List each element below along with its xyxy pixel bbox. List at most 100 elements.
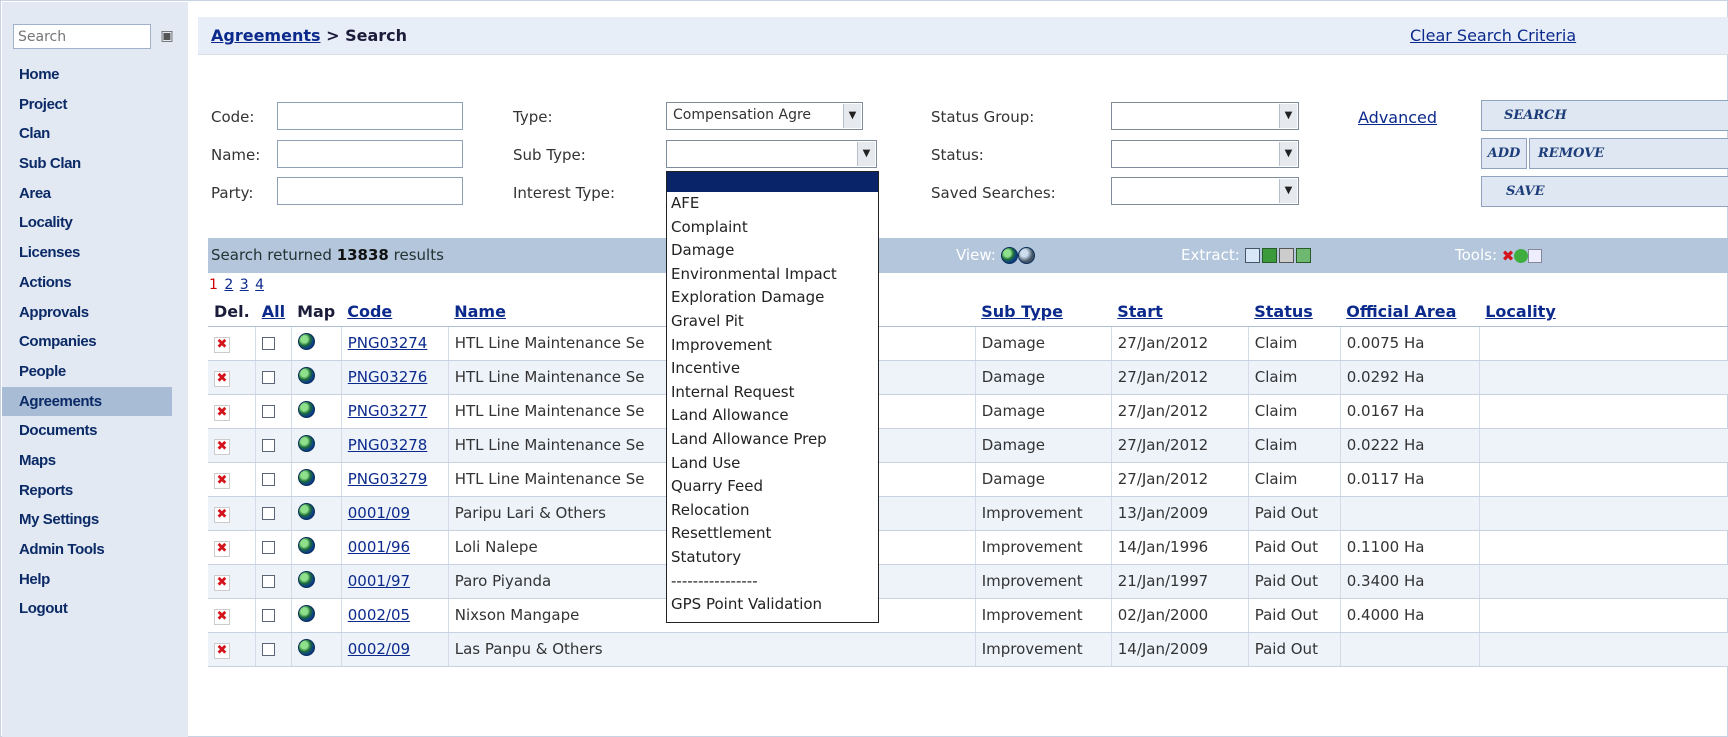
page-2-link[interactable]: 2 (224, 277, 233, 293)
code-link[interactable]: PNG03276 (348, 368, 428, 386)
sidebar-item-people[interactable]: People (2, 357, 188, 387)
sidebar-item-companies[interactable]: Companies (2, 327, 188, 357)
sidebar-item-licenses[interactable]: Licenses (2, 238, 188, 268)
row-checkbox[interactable] (262, 643, 276, 656)
code-link[interactable]: 0001/09 (348, 504, 410, 522)
add-icon[interactable] (1514, 248, 1529, 263)
saved-searches-select[interactable]: ▼ (1111, 177, 1299, 205)
sidebar-item-area[interactable]: Area (2, 179, 188, 209)
sort-area-link[interactable]: Official Area (1346, 302, 1456, 321)
binoculars-icon[interactable]: ▣ (159, 28, 175, 44)
excel-export-icon[interactable] (1261, 248, 1277, 263)
delete-row-icon[interactable]: ✖ (214, 540, 230, 557)
dropdown-option[interactable]: Gravel Pit (667, 310, 878, 334)
map-globe-icon[interactable] (297, 366, 315, 384)
map-globe-icon[interactable] (297, 570, 315, 588)
dropdown-option[interactable]: Land Allowance Prep (667, 428, 878, 452)
dropdown-option[interactable]: Statutory (667, 546, 878, 570)
row-checkbox[interactable] (262, 575, 276, 588)
row-checkbox[interactable] (262, 405, 276, 418)
sidebar-item-documents[interactable]: Documents (2, 416, 188, 446)
dropdown-option[interactable]: Exploration Damage (667, 286, 878, 310)
delete-row-icon[interactable]: ✖ (214, 608, 230, 625)
sort-locality-link[interactable]: Locality (1485, 302, 1556, 321)
dropdown-option[interactable]: ---------------- (667, 570, 878, 594)
advanced-search-link[interactable]: Advanced (1358, 108, 1437, 127)
dropdown-option[interactable]: Incentive (667, 357, 878, 381)
code-link[interactable]: 0002/09 (348, 640, 410, 658)
select-all-link[interactable]: All (262, 302, 285, 321)
sidebar-item-project[interactable]: Project (2, 90, 188, 120)
dropdown-option[interactable]: GPS Point Validation (667, 593, 878, 617)
sidebar-item-admin-tools[interactable]: Admin Tools (2, 535, 188, 565)
page-3-link[interactable]: 3 (240, 277, 249, 293)
map-globe-icon[interactable] (297, 638, 315, 656)
row-checkbox[interactable] (262, 337, 276, 350)
code-link[interactable]: 0002/05 (348, 606, 410, 624)
remove-button[interactable]: REMOVE (1529, 138, 1728, 169)
name-input[interactable] (277, 140, 463, 168)
map-globe-icon[interactable] (297, 468, 315, 486)
sort-subtype-link[interactable]: Sub Type (981, 302, 1063, 321)
code-link[interactable]: PNG03279 (348, 470, 428, 488)
add-button[interactable]: ADD (1481, 138, 1527, 169)
sidebar-item-locality[interactable]: Locality (2, 208, 188, 238)
dropdown-option[interactable]: Improvement (667, 334, 878, 358)
status-select[interactable]: ▼ (1111, 140, 1299, 168)
sidebar-item-home[interactable]: Home (2, 60, 188, 90)
dropdown-option[interactable]: Land Allowance (667, 404, 878, 428)
code-input[interactable] (277, 102, 463, 130)
map-globe-icon[interactable] (297, 536, 315, 554)
code-link[interactable]: PNG03274 (348, 334, 428, 352)
sidebar-item-my-settings[interactable]: My Settings (2, 505, 188, 535)
delete-row-icon[interactable]: ✖ (214, 472, 230, 489)
sidebar-item-logout[interactable]: Logout (2, 594, 188, 624)
sidebar-item-approvals[interactable]: Approvals (2, 298, 188, 328)
dropdown-option[interactable]: Resettlement (667, 522, 878, 546)
sidebar-item-agreements[interactable]: Agreements (2, 386, 172, 417)
sort-start-link[interactable]: Start (1117, 302, 1163, 321)
code-link[interactable]: 0001/96 (348, 538, 410, 556)
map-globe-icon[interactable] (297, 434, 315, 452)
sort-code-link[interactable]: Code (347, 302, 392, 321)
search-button[interactable]: SEARCH (1481, 100, 1728, 131)
chevron-down-icon[interactable]: ▼ (843, 104, 861, 128)
edit-icon[interactable] (1528, 248, 1543, 263)
delete-row-icon[interactable]: ✖ (214, 506, 230, 523)
sidebar-item-actions[interactable]: Actions (2, 268, 188, 298)
clear-search-link[interactable]: Clear Search Criteria (1410, 26, 1576, 45)
party-input[interactable] (277, 177, 463, 205)
dropdown-option[interactable]: AFE (667, 192, 878, 216)
globe-view-icon[interactable] (1000, 247, 1018, 264)
delete-row-icon[interactable]: ✖ (214, 370, 230, 387)
row-checkbox[interactable] (262, 473, 276, 486)
map-globe-icon[interactable] (297, 502, 315, 520)
sidebar-item-maps[interactable]: Maps (2, 446, 188, 476)
search-view-icon[interactable] (1017, 247, 1035, 264)
code-link[interactable]: 0001/97 (348, 572, 410, 590)
delete-row-icon[interactable]: ✖ (214, 574, 230, 591)
dropdown-option[interactable] (667, 172, 878, 192)
row-checkbox[interactable] (262, 541, 276, 554)
code-link[interactable]: PNG03278 (348, 436, 428, 454)
code-link[interactable]: PNG03277 (348, 402, 428, 420)
dropdown-option[interactable]: Complaint (667, 216, 878, 240)
chevron-down-icon[interactable]: ▼ (857, 142, 875, 166)
dropdown-option[interactable]: Internal Request (667, 381, 878, 405)
delete-row-icon[interactable]: ✖ (214, 404, 230, 421)
subtype-select[interactable]: ▼ (666, 140, 877, 168)
row-checkbox[interactable] (262, 507, 276, 520)
breadcrumb-agreements-link[interactable]: Agreements (211, 26, 321, 45)
sort-name-link[interactable]: Name (454, 302, 506, 321)
delete-row-icon[interactable]: ✖ (214, 336, 230, 353)
page-4-link[interactable]: 4 (255, 277, 264, 293)
dropdown-option[interactable]: Environmental Impact (667, 263, 878, 287)
search-input[interactable] (13, 24, 151, 49)
dropdown-option[interactable]: Relocation (667, 499, 878, 523)
delete-row-icon[interactable]: ✖ (214, 642, 230, 659)
type-select[interactable]: Compensation Agre ▼ (666, 102, 863, 130)
chevron-down-icon[interactable]: ▼ (1279, 142, 1297, 166)
sidebar-item-help[interactable]: Help (2, 565, 188, 595)
save-button[interactable]: SAVE (1481, 176, 1728, 207)
delete-icon[interactable]: ✖ (1502, 247, 1515, 265)
